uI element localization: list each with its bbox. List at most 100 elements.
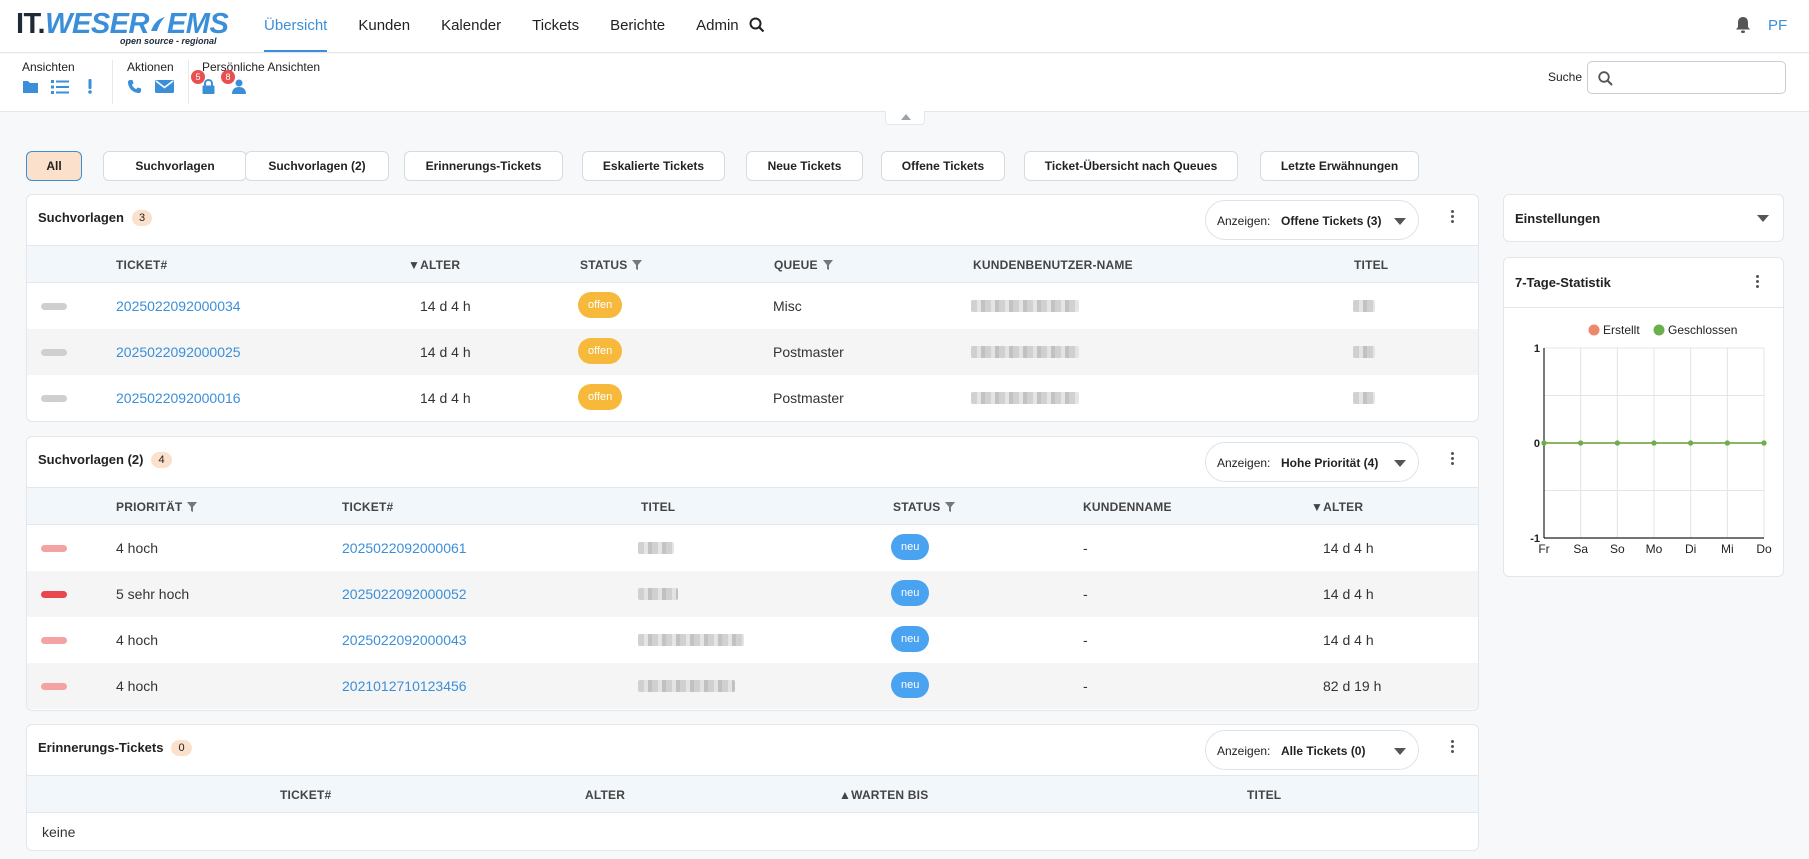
- lock-icon[interactable]: [202, 78, 215, 97]
- column-header-status[interactable]: STATUS: [893, 500, 956, 515]
- column-header-titel[interactable]: TITEL: [1247, 788, 1281, 802]
- nav-kalender[interactable]: Kalender: [441, 0, 501, 53]
- filter-letzte-erwaehnungen[interactable]: Letzte Erwähnungen: [1260, 151, 1419, 181]
- ticket-number-link[interactable]: 2025022092000016: [116, 390, 241, 406]
- column-header-alter[interactable]: ALTER: [585, 788, 625, 802]
- status-badge: neu: [891, 626, 930, 652]
- filter-eskalierte-tickets[interactable]: Eskalierte Tickets: [582, 151, 725, 181]
- column-header-kundenname[interactable]: KUNDENNAME: [1083, 500, 1172, 514]
- redacted-title: [1353, 346, 1375, 358]
- ticket-age: 14 d 4 h: [420, 390, 471, 406]
- ticket-number-link[interactable]: 2021012710123456: [342, 678, 467, 694]
- nav-admin[interactable]: Admin: [696, 0, 739, 53]
- anzeigen-select[interactable]: Anzeigen: Alle Tickets (0): [1205, 730, 1419, 770]
- ticket-number-link[interactable]: 2025022092000025: [116, 344, 241, 360]
- folder-icon[interactable]: [22, 79, 39, 97]
- column-header-kundenbenutzer-name[interactable]: KUNDENBENUTZER-NAME: [973, 258, 1133, 272]
- filter-icon[interactable]: [945, 501, 956, 515]
- filter-erinnerungs-tickets[interactable]: Erinnerungs-Tickets: [404, 151, 563, 181]
- x-tick-label: Fr: [1538, 542, 1549, 556]
- more-options-icon[interactable]: [1756, 275, 1760, 289]
- widget-erinnerungs-tickets: Erinnerungs-Tickets 0 Anzeigen: Alle Tick…: [26, 724, 1479, 851]
- redacted-customer-name: [971, 346, 1079, 358]
- filter-suchvorlagen[interactable]: Suchvorlagen: [103, 151, 247, 181]
- filter-ticket-uebersicht-queues[interactable]: Ticket-Übersicht nach Queues: [1024, 151, 1238, 181]
- nav-berichte[interactable]: Berichte: [610, 0, 665, 53]
- search-icon[interactable]: [749, 17, 765, 36]
- more-options-icon[interactable]: [1451, 740, 1455, 754]
- column-header-status[interactable]: STATUS: [580, 258, 643, 273]
- filter-offene-tickets[interactable]: Offene Tickets: [881, 151, 1005, 181]
- ticket-age: 14 d 4 h: [420, 298, 471, 314]
- filter-suchvorlagen-2[interactable]: Suchvorlagen (2): [245, 151, 389, 181]
- toolbar-separator: [188, 60, 189, 104]
- data-point: [1724, 440, 1730, 446]
- redacted-title: [1353, 300, 1375, 312]
- phone-icon[interactable]: [127, 79, 142, 97]
- ticket-age: 14 d 4 h: [1323, 632, 1374, 648]
- column-header-ticket[interactable]: TICKET#: [280, 788, 331, 802]
- filter-icon[interactable]: [187, 501, 198, 515]
- table-row[interactable]: 2025022092000016 14 d 4 h offen Postmast…: [27, 375, 1478, 421]
- redacted-title: [638, 634, 744, 646]
- widget-suchvorlagen: Suchvorlagen 3 Anzeigen: Offene Tickets (…: [26, 194, 1479, 422]
- notification-bell-icon[interactable]: [1735, 16, 1751, 37]
- anzeigen-select[interactable]: Anzeigen: Hohe Priorität (4): [1205, 442, 1419, 482]
- column-header-queue[interactable]: QUEUE: [774, 258, 833, 273]
- collapse-toolbar-button[interactable]: [885, 111, 925, 125]
- queue-name: Misc: [773, 298, 802, 314]
- column-header-alter[interactable]: ▼ALTER: [1311, 500, 1363, 514]
- ticket-number-link[interactable]: 2025022092000043: [342, 632, 467, 648]
- user-avatar[interactable]: PF: [1768, 17, 1787, 34]
- ticket-number-link[interactable]: 2025022092000034: [116, 298, 241, 314]
- column-header-ticket[interactable]: TICKET#: [116, 258, 167, 272]
- table-row[interactable]: 2025022092000025 14 d 4 h offen Postmast…: [27, 329, 1478, 375]
- priority-indicator: [41, 637, 67, 644]
- table-row[interactable]: 2025022092000034 14 d 4 h offen Misc: [27, 283, 1478, 329]
- list-icon[interactable]: [51, 79, 69, 98]
- widget-title: 7-Tage-Statistik: [1515, 275, 1611, 290]
- anzeigen-label: Anzeigen:: [1217, 456, 1271, 470]
- column-header-titel[interactable]: TITEL: [641, 500, 675, 514]
- more-options-icon[interactable]: [1451, 452, 1455, 466]
- data-point: [1688, 440, 1694, 446]
- x-tick-label: Mo: [1646, 542, 1663, 556]
- filter-icon[interactable]: [632, 259, 643, 273]
- redacted-title: [638, 542, 674, 554]
- user-icon[interactable]: [232, 79, 246, 97]
- data-point: [1578, 440, 1584, 446]
- column-header-titel[interactable]: TITEL: [1354, 258, 1388, 272]
- nav-kunden[interactable]: Kunden: [358, 0, 410, 53]
- column-header-ticket[interactable]: TICKET#: [342, 500, 393, 514]
- nav-tickets[interactable]: Tickets: [532, 0, 579, 53]
- column-header-prioritaet[interactable]: PRIORITÄT: [116, 500, 198, 515]
- company-logo[interactable]: IT.WESER EMS open source - regional: [16, 8, 236, 48]
- notification-badge: 8: [221, 70, 235, 84]
- widget-title: Erinnerungs-Tickets 0: [38, 740, 192, 756]
- ticket-number-link[interactable]: 2025022092000061: [342, 540, 467, 556]
- more-options-icon[interactable]: [1451, 210, 1455, 224]
- envelope-icon[interactable]: [155, 79, 174, 97]
- search-input[interactable]: [1587, 61, 1786, 94]
- filter-all[interactable]: All: [26, 151, 82, 181]
- legend-label: Geschlossen: [1668, 323, 1737, 337]
- nav-uebersicht[interactable]: Übersicht: [264, 0, 328, 53]
- anzeigen-select[interactable]: Anzeigen: Offene Tickets (3): [1205, 200, 1419, 240]
- table-row[interactable]: 4 hoch 2025022092000061 neu - 14 d 4 h: [27, 525, 1478, 571]
- toolbar-group-label: Aktionen: [127, 60, 174, 74]
- data-point: [1651, 440, 1657, 446]
- chevron-down-icon[interactable]: [1757, 215, 1769, 222]
- column-header-alter[interactable]: ▼ALTER: [408, 258, 460, 272]
- filter-icon[interactable]: [822, 259, 833, 273]
- table-row[interactable]: 5 sehr hoch 2025022092000052 neu - 14 d …: [27, 571, 1478, 617]
- exclamation-icon[interactable]: [87, 79, 93, 97]
- widget-einstellungen[interactable]: Einstellungen: [1503, 194, 1784, 242]
- status-badge: neu: [891, 534, 930, 560]
- redacted-title: [1353, 392, 1375, 404]
- table-row[interactable]: 4 hoch 2021012710123456 neu - 82 d 19 h: [27, 663, 1478, 709]
- widget-title: Suchvorlagen 3: [38, 210, 153, 226]
- table-row[interactable]: 4 hoch 2025022092000043 neu - 14 d 4 h: [27, 617, 1478, 663]
- column-header-warten-bis[interactable]: ▲WARTEN BIS: [839, 788, 928, 802]
- filter-neue-tickets[interactable]: Neue Tickets: [746, 151, 863, 181]
- ticket-number-link[interactable]: 2025022092000052: [342, 586, 467, 602]
